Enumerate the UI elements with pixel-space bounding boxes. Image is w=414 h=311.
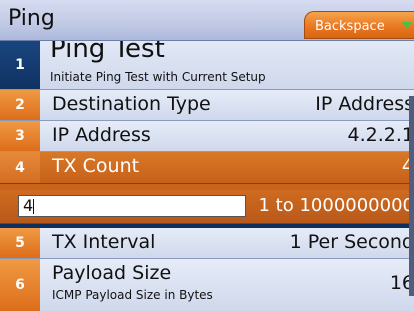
menu-item-label: TX Count [52,155,140,177]
menu-item-number: 6 [0,259,40,311]
scrollbar[interactable] [409,96,414,296]
menu-item-value: 1 Per Second [289,231,414,253]
menu-item-tx-count[interactable]: 4 TX Count 4 [0,152,414,184]
menu-item-destination-type[interactable]: 2 Destination Type IP Address [0,90,414,121]
menu-item-description: ICMP Payload Size in Bytes [52,288,213,302]
menu-item-description: Initiate Ping Test with Current Setup [50,70,266,84]
menu-item-label: IP Address [52,124,151,146]
menu-item-number: 4 [0,152,40,183]
tx-count-range: 1 to 1000000000 [258,195,414,216]
menu-item-payload-size[interactable]: 6 Payload Size ICMP Payload Size in Byte… [0,259,414,311]
backspace-button[interactable]: Backspace [304,11,414,39]
menu-item-value: IP Address [315,93,414,115]
page-title: Ping [8,6,55,31]
tx-count-input[interactable]: 4 [18,195,246,217]
text-cursor [33,199,34,214]
menu-item-value: 4.2.2.1 [347,124,414,146]
tx-count-editor: 4 1 to 1000000000 [0,190,414,224]
title-bar: Ping Backspace [0,0,414,41]
arrow-down-icon [402,22,412,29]
ping-screen: 1 Ping Test Initiate Ping Test with Curr… [0,0,414,311]
menu-item-ip-address[interactable]: 3 IP Address 4.2.2.1 [0,121,414,152]
menu-item-label: Payload Size [52,262,172,284]
menu-item-label: TX Interval [52,231,156,253]
menu-item-number: 2 [0,90,40,120]
menu-item-number: 3 [0,121,40,151]
tx-count-input-value: 4 [23,196,34,215]
backspace-label: Backspace [315,19,385,34]
menu-item-label: Destination Type [52,93,211,115]
menu-item-number: 5 [0,228,40,258]
menu-item-tx-interval[interactable]: 5 TX Interval 1 Per Second [0,228,414,259]
